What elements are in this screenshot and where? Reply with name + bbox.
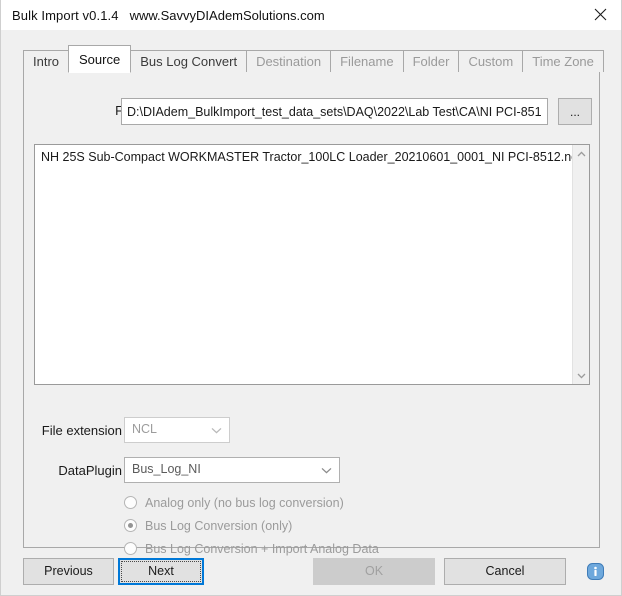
previous-button[interactable]: Previous	[23, 558, 114, 585]
file-list-box[interactable]: NH 25S Sub-Compact WORKMASTER Tractor_10…	[34, 144, 590, 385]
window-title: Bulk Import v0.1.4	[12, 7, 119, 23]
file-extension-label: File extension	[41, 423, 122, 438]
radio-bus-log-conversion-only: Bus Log Conversion (only)	[124, 514, 524, 537]
scroll-up-button[interactable]	[573, 145, 589, 162]
cancel-button[interactable]: Cancel	[444, 558, 566, 585]
tab-time-zone: Time Zone	[522, 50, 604, 72]
window-subtitle-url: www.SavvyDIAdemSolutions.com	[129, 7, 325, 23]
file-extension-select: NCL	[124, 417, 230, 443]
file-list-scrollbar[interactable]	[572, 145, 589, 384]
info-icon	[587, 563, 604, 580]
dataplugin-value: Bus_Log_NI	[132, 462, 201, 476]
dataplugin-label: DataPlugin	[58, 463, 122, 478]
tab-intro[interactable]: Intro	[23, 50, 70, 72]
chevron-down-icon[interactable]	[313, 458, 339, 482]
tab-filename: Filename	[330, 50, 404, 72]
radio-mark-icon	[124, 519, 137, 532]
file-extension-value: NCL	[132, 422, 158, 436]
close-button[interactable]	[577, 0, 621, 29]
scroll-down-button[interactable]	[573, 367, 589, 384]
chevron-down-icon	[577, 373, 586, 379]
tab-source[interactable]: Source	[68, 45, 132, 73]
source-tab-panel: Folder ... NH 25S Sub-Compact WORKMASTER…	[23, 71, 601, 556]
radio-label: Bus Log Conversion (only)	[145, 518, 293, 533]
ok-button: OK	[313, 558, 435, 585]
tab-custom: Custom	[458, 50, 524, 72]
radio-mark-icon	[124, 542, 137, 555]
title-bar: Bulk Import v0.1.4 www.SavvyDIAdemSoluti…	[1, 0, 621, 30]
info-button[interactable]	[587, 563, 604, 580]
next-button-label: Next	[148, 564, 174, 578]
close-icon	[594, 8, 607, 21]
radio-analog-only: Analog only (no bus log conversion)	[124, 491, 524, 514]
radio-bus-log-conversion-plus-analog: Bus Log Conversion + Import Analog Data	[124, 537, 524, 560]
radio-mark-icon	[124, 496, 137, 509]
next-button[interactable]: Next	[118, 558, 204, 585]
dataplugin-select[interactable]: Bus_Log_NI	[124, 457, 340, 483]
conversion-mode-radio-group: Analog only (no bus log conversion) Bus …	[124, 491, 524, 560]
chevron-down-icon	[203, 418, 229, 442]
tab-bus-log-convert[interactable]: Bus Log Convert	[130, 50, 248, 72]
chevron-up-icon	[577, 150, 586, 157]
bulk-import-window: Bulk Import v0.1.4 www.SavvyDIAdemSoluti…	[0, 0, 622, 596]
radio-label: Analog only (no bus log conversion)	[145, 495, 344, 510]
browse-folder-button[interactable]: ...	[558, 98, 592, 125]
radio-label: Bus Log Conversion + Import Analog Data	[145, 541, 379, 556]
client-area: Intro Source Bus Log Convert Destination…	[1, 30, 621, 594]
folder-row: Folder ...	[24, 98, 601, 126]
tab-destination: Destination	[246, 50, 332, 72]
file-list-items: NH 25S Sub-Compact WORKMASTER Tractor_10…	[35, 145, 580, 384]
list-item[interactable]: NH 25S Sub-Compact WORKMASTER Tractor_10…	[39, 149, 580, 166]
tab-folder: Folder	[402, 50, 460, 72]
folder-path-input[interactable]	[121, 98, 548, 125]
dialog-footer: Previous Next OK Cancel	[1, 558, 621, 595]
tab-strip: Intro Source Bus Log Convert Destination…	[23, 44, 604, 73]
